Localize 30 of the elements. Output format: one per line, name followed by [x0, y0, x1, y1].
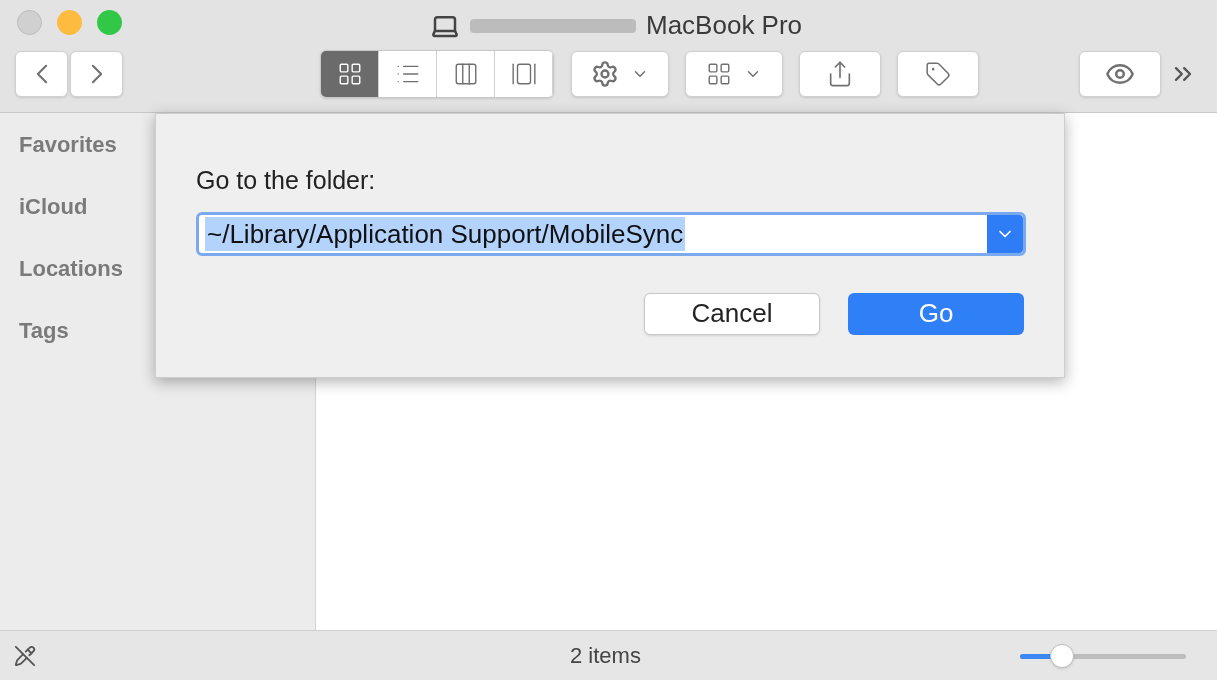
cancel-button[interactable]: Cancel: [644, 292, 820, 335]
item-count: 2 items: [570, 642, 641, 670]
zoom-button[interactable]: [97, 9, 122, 35]
go-button[interactable]: Go: [848, 292, 1024, 335]
gallery-view-icon: [510, 61, 537, 87]
tag-icon: [925, 61, 951, 87]
view-mode-button[interactable]: [379, 51, 437, 97]
forward-button[interactable]: [70, 51, 123, 97]
sidebar-section-header: Favorites: [19, 131, 118, 158]
folder-path-field[interactable]: ~/Library/Application Support/MobileSync: [196, 211, 1026, 256]
back-icon: [34, 63, 49, 85]
tag-button[interactable]: [897, 51, 979, 97]
grid-icon: [706, 61, 732, 87]
window-title: MacBook Pro: [646, 9, 803, 42]
zoom-slider[interactable]: [1020, 646, 1186, 666]
share-button[interactable]: [799, 51, 881, 97]
forward-icon: [89, 63, 104, 85]
back-button[interactable]: [15, 51, 68, 97]
group-menu-button[interactable]: [685, 51, 783, 97]
action-menu-button[interactable]: [571, 51, 669, 97]
sidebar-section-header: iCloud: [19, 193, 89, 220]
sidebar-section-header: Locations: [19, 255, 124, 282]
pencil-off-icon: [14, 644, 36, 667]
settings-icon: [591, 60, 619, 88]
quick-look-button[interactable]: [1079, 51, 1161, 97]
folder-label: Go to the folder:: [196, 165, 377, 196]
view-mode-button[interactable]: [495, 51, 553, 97]
view-mode-button[interactable]: [321, 51, 379, 97]
view-mode-button[interactable]: [437, 51, 495, 97]
sidebar-section-header: Tags: [19, 317, 70, 344]
